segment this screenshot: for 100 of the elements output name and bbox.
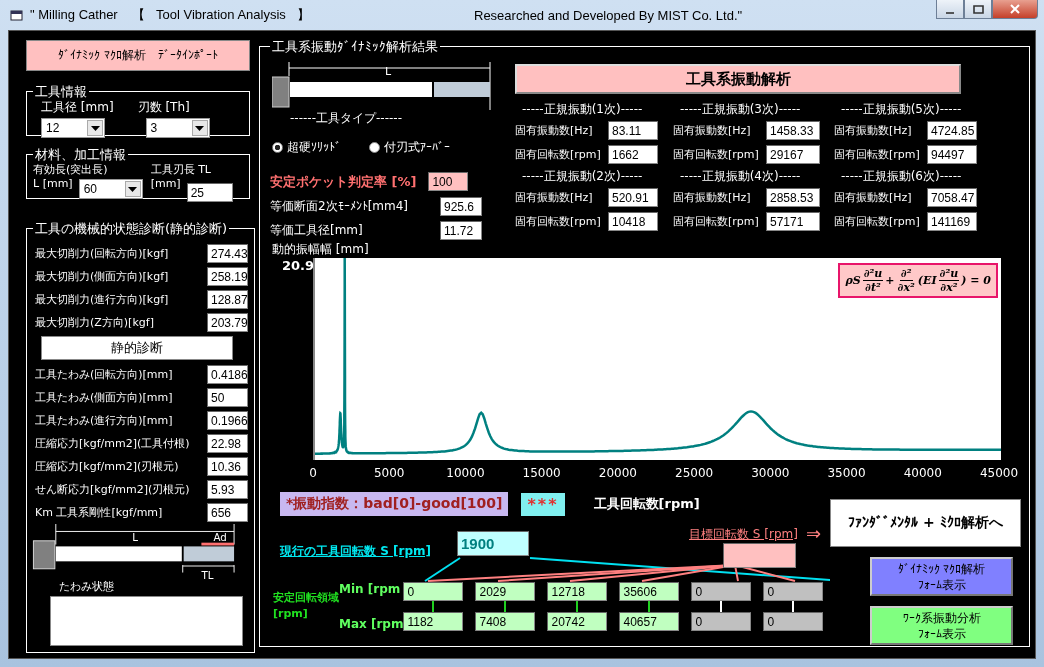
window-subtitle: Researched and Developed By MIST Co. Ltd."	[474, 7, 743, 23]
axis-label: 0	[309, 466, 317, 480]
input-field[interactable]	[723, 543, 796, 568]
group-title: 工具情報	[34, 84, 88, 99]
field-label: 安定回転領域	[273, 591, 339, 606]
link[interactable]: 目標回転数 S [rpm]	[689, 526, 798, 543]
input-field[interactable]: 141169	[927, 212, 977, 231]
static-diagnosis-button[interactable]: 静的診断	[41, 336, 233, 360]
field-label: 固有回転数[rpm]	[673, 147, 760, 162]
radio-icon[interactable]	[369, 142, 380, 153]
section-heading: -----正規振動(1次)-----	[522, 101, 644, 116]
link[interactable]: 現行の工具回転数 S [rpm]	[280, 543, 431, 560]
input-field[interactable]: 258.19	[207, 267, 248, 286]
axis-title: 工具回転数[rpm]	[593, 495, 700, 513]
input-field[interactable]: 2858.53	[766, 188, 820, 207]
field-label: たわみ状態	[59, 580, 115, 594]
input-field[interactable]: 83.11	[608, 121, 658, 140]
input-field[interactable]: 0	[403, 582, 464, 601]
formula-term: ) = 0	[961, 274, 991, 287]
formula-term: (EI	[917, 274, 937, 287]
form-button[interactable]: ﾀﾞｲﾅﾐｯｸ ﾏｸﾛ解析 ﾌｫｰﾑ表示	[870, 557, 1013, 596]
fundamental-analysis-button[interactable]: ﾌｧﾝﾀﾞﾞﾒﾝﾀﾙ + ﾐｸﾛ解析へ	[830, 499, 1021, 547]
form-button[interactable]: ﾜｰｸ系振動分析 ﾌｫｰﾑ表示	[870, 606, 1013, 645]
dimension-label: Ad	[213, 530, 227, 543]
field-label: せん断応力[kgf/mm2](刃根元)	[35, 482, 190, 497]
dimension-label: L	[385, 65, 392, 78]
field-label: Min [rpm	[339, 582, 402, 596]
input-field[interactable]: 100	[428, 172, 469, 191]
dropdown[interactable]: 60	[78, 179, 143, 199]
formula-term: +	[885, 274, 895, 287]
index-label: *振動指数：bad[0]-good[100]	[280, 492, 509, 516]
field-label: 固有振動数[Hz]	[834, 190, 913, 205]
input-field[interactable]: 7058.47	[927, 188, 977, 207]
input-field[interactable]: 0.1966	[207, 411, 248, 430]
section-heading: -----正規振動(6次)-----	[841, 168, 963, 183]
input-field[interactable]: 25	[186, 183, 233, 202]
unit-label: L [mm]	[33, 177, 73, 190]
input-field[interactable]: 11.72	[440, 220, 482, 240]
formula-term: ∂²u	[862, 267, 884, 281]
field-label: 固有振動数[Hz]	[515, 190, 594, 205]
input-field[interactable]: 1662	[608, 145, 658, 164]
input-field[interactable]: 57171	[766, 212, 820, 231]
input-field[interactable]: 1458.33	[766, 121, 820, 140]
input-field[interactable]: 10418	[608, 212, 658, 231]
input-field[interactable]: 274.43	[207, 244, 248, 263]
radio-icon[interactable]	[272, 142, 283, 153]
input-field[interactable]: 50	[207, 388, 248, 407]
input-field[interactable]: 10.36	[207, 457, 248, 476]
input-field[interactable]: 40657	[619, 612, 680, 631]
input-field[interactable]: 5.93	[207, 480, 248, 499]
field-label: [rpm]	[273, 606, 308, 622]
window-title: " Milling Cather 【 Tool Vibration Analysis 】	[30, 6, 311, 24]
radio-button[interactable]: 超硬ｿﾘｯﾄﾞ	[272, 139, 341, 156]
axis-label: 45000	[979, 466, 1019, 480]
field-label: 有効長(突出長)	[33, 162, 109, 177]
field-label: 工具刃長 TL	[150, 162, 212, 177]
input-field[interactable]: 1900	[457, 531, 529, 556]
dropdown[interactable]: 12	[41, 118, 105, 138]
dropdown[interactable]: 3	[145, 118, 210, 138]
input-field[interactable]: 22.98	[207, 434, 248, 453]
input-field[interactable]: 656	[207, 503, 248, 522]
input-field[interactable]: 925.6	[440, 196, 482, 216]
input-field[interactable]: 128.87	[207, 290, 248, 309]
group-title: 工具の機械的状態診断(静的診断)	[34, 221, 229, 236]
axis-label: 25000	[675, 466, 714, 480]
field-label: 安定ポケット判定率 [%]	[270, 172, 417, 191]
analyze-button[interactable]: 工具系振動解析	[515, 64, 961, 94]
input-field[interactable]: 4724.85	[927, 121, 977, 140]
close-button[interactable]	[992, 0, 1038, 19]
field-label: 固有振動数[Hz]	[834, 123, 913, 138]
field-label: 固有振動数[Hz]	[673, 190, 752, 205]
section-heading: -----正規振動(2次)-----	[522, 168, 644, 183]
radio-button[interactable]: 付刃式ｱｰﾊﾞｰ	[369, 139, 450, 156]
input-field[interactable]: 12718	[547, 582, 608, 601]
input-field[interactable]: 29167	[766, 145, 820, 164]
field-label: 圧縮応力[kgf/mm2](工具付根)	[35, 436, 190, 451]
field-label: 等価断面2次ﾓｰﾒﾝﾄ[mm4]	[270, 197, 408, 215]
input-field[interactable]: 20742	[547, 612, 608, 631]
import-button[interactable]: ﾀﾞｲﾅﾐｯｸ ﾏｸﾛ解析 ﾃﾞｰﾀｲﾝﾎﾟｰﾄ	[26, 40, 250, 71]
arrow-icon: ⇒	[805, 524, 821, 543]
marker-line	[201, 542, 235, 546]
field-label: 工具径 [mm]	[41, 99, 114, 116]
input-field[interactable]: 7408	[475, 612, 536, 631]
group-title: 材料、加工情報	[34, 147, 127, 162]
axis-label: 5000	[373, 466, 405, 480]
formula-term: ∂²	[899, 267, 913, 281]
diagram-caption: ------工具タイプ------	[290, 110, 403, 127]
input-field[interactable]: 520.91	[608, 188, 658, 207]
input-field[interactable]: 2029	[475, 582, 536, 601]
formula-term: ∂t²	[864, 281, 882, 294]
input-field[interactable]: 0.4186	[207, 365, 248, 384]
section-heading: -----正規振動(5次)-----	[841, 101, 963, 116]
field-label: 最大切削力(Z方向)[kgf]	[35, 315, 154, 330]
input-field[interactable]: 94497	[927, 145, 977, 164]
index-value: ***	[521, 492, 565, 516]
input-field[interactable]: 35606	[619, 582, 680, 601]
field-label: 固有振動数[Hz]	[673, 123, 752, 138]
input-field[interactable]: 203.79	[207, 313, 248, 332]
input-field[interactable]: 1182	[403, 612, 464, 631]
axis-label: 20000	[598, 466, 637, 480]
